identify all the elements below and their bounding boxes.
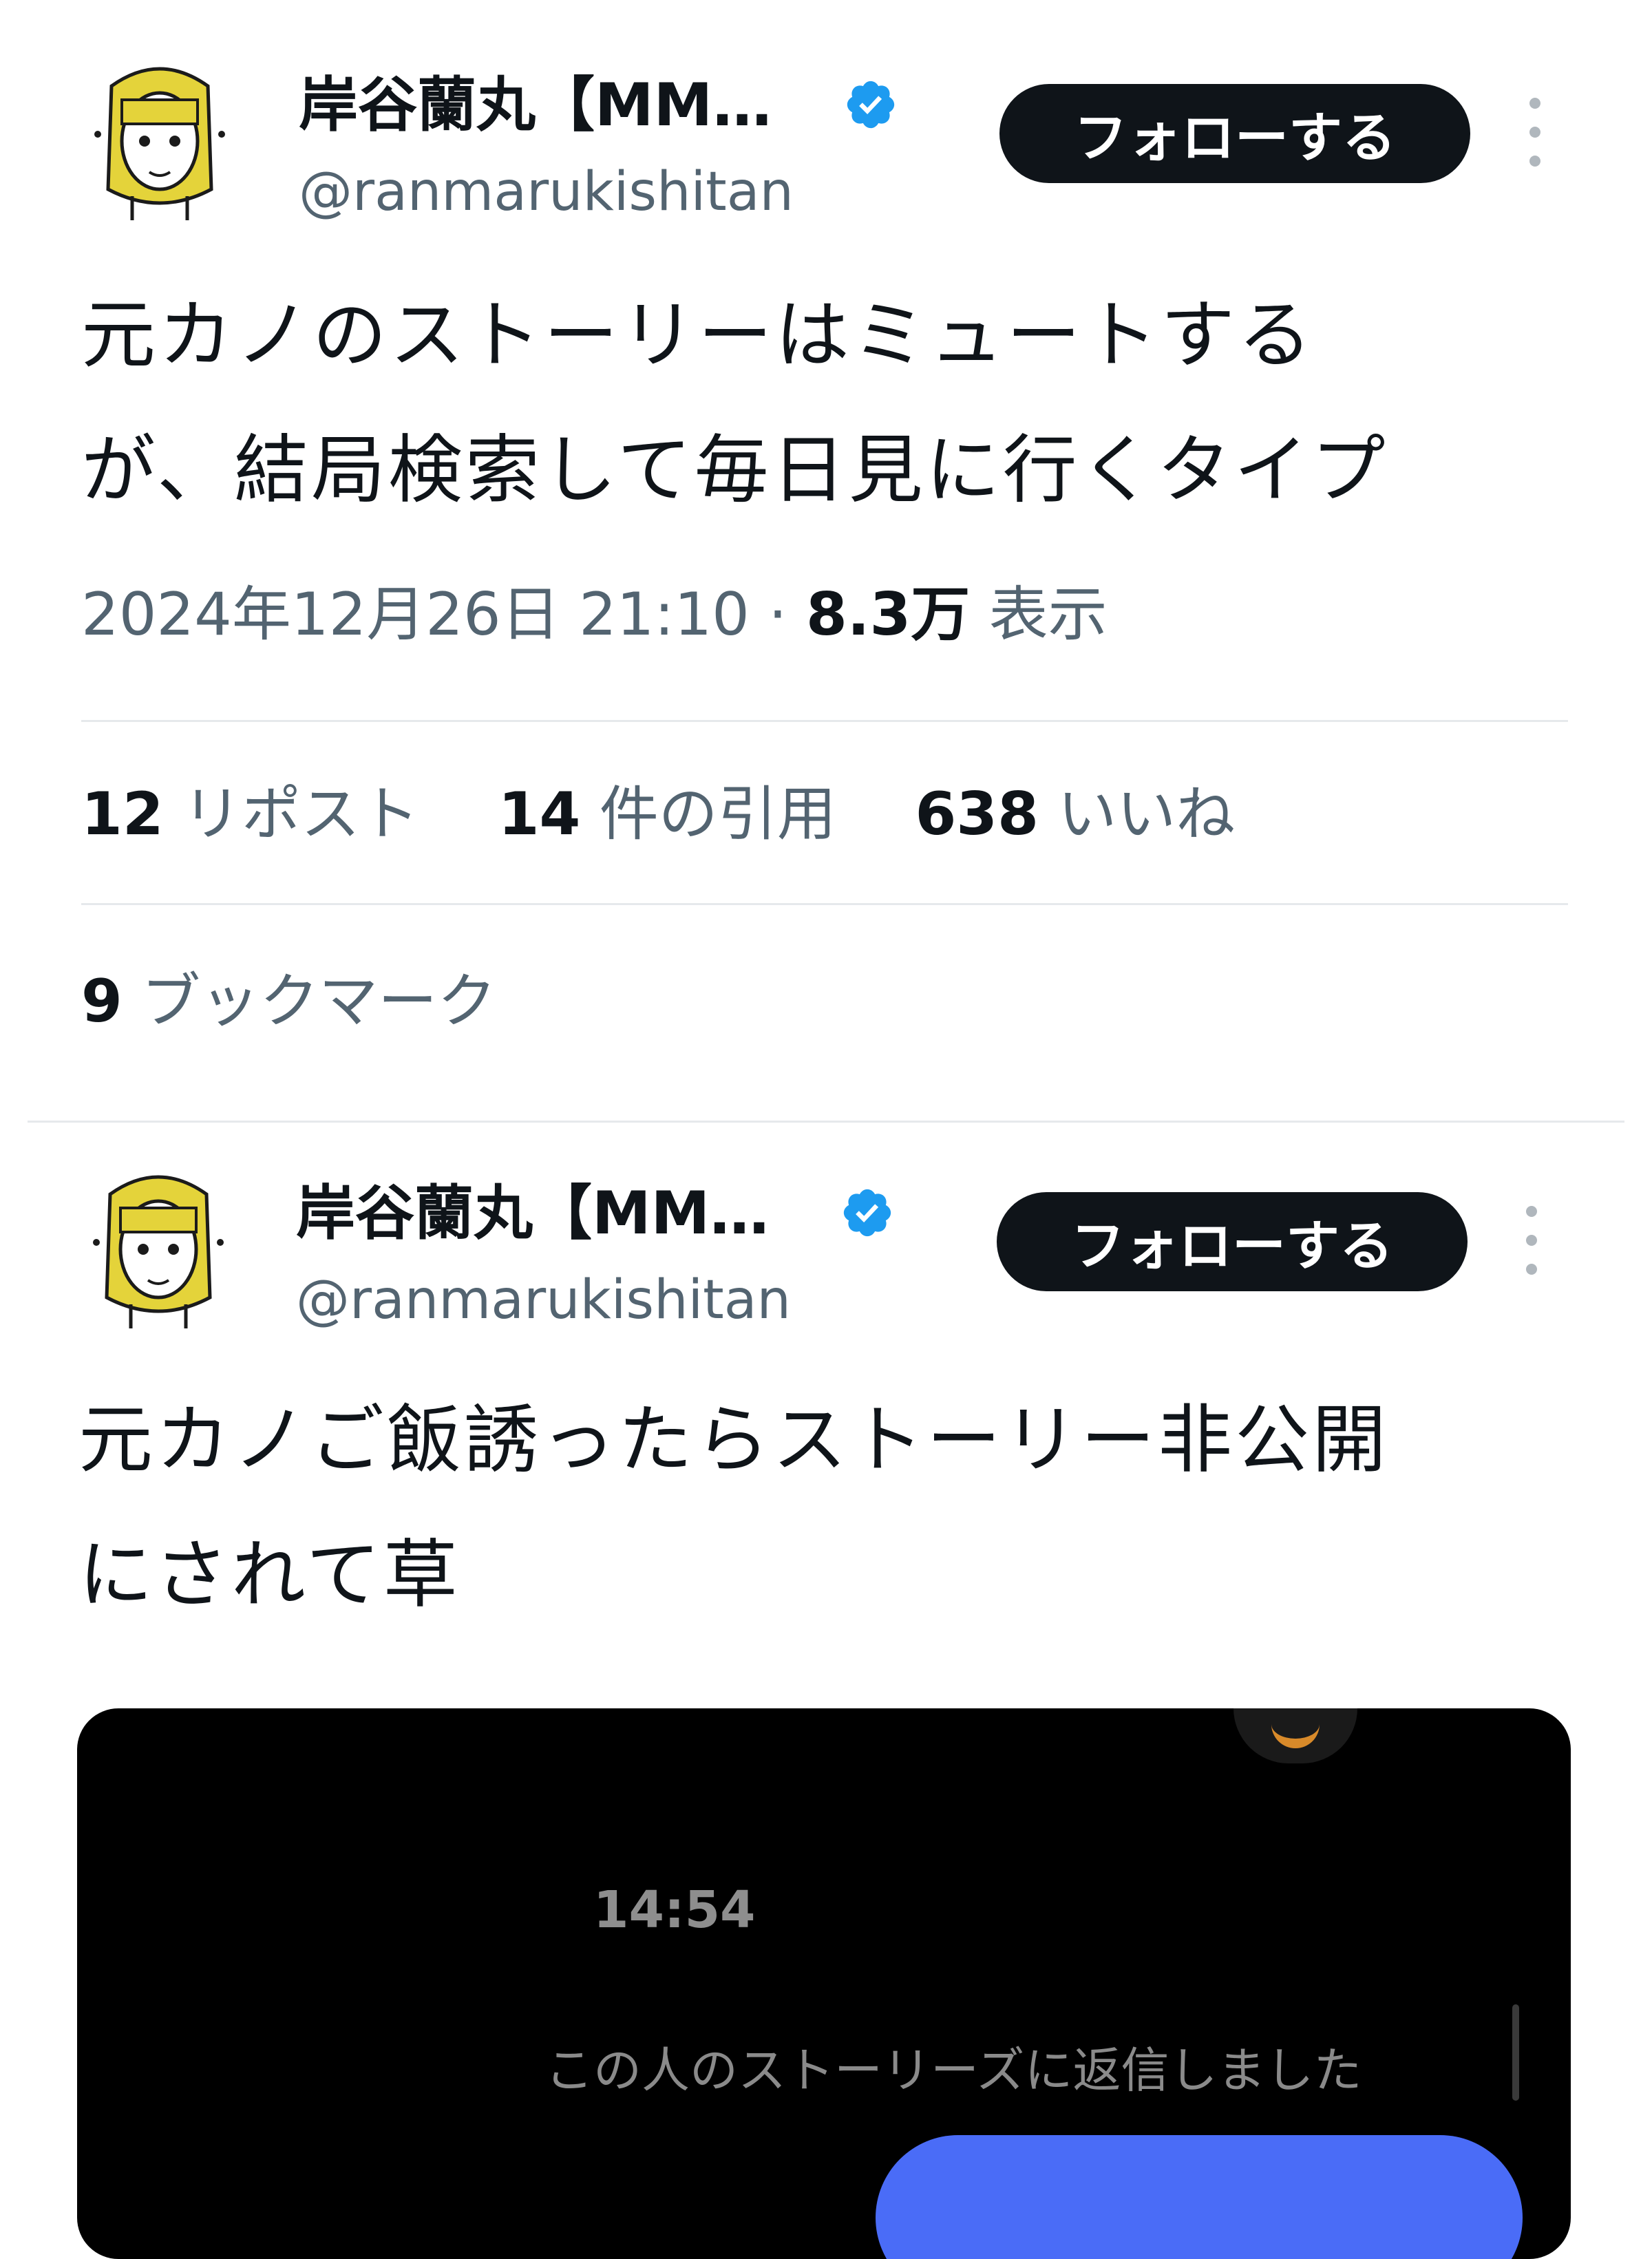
follow-button[interactable]: フォローする: [999, 84, 1470, 183]
views-count: 8.3万: [805, 580, 971, 649]
more-vertical-icon[interactable]: [1521, 98, 1549, 167]
bookmarks-count: 9: [81, 967, 123, 1036]
avatar[interactable]: [84, 59, 235, 224]
avatar[interactable]: [83, 1167, 234, 1332]
tweet-meta: 2024年12月26日 21:10 · 8.3万 表示: [81, 585, 1108, 644]
likes-count: 638: [915, 780, 1039, 849]
reposts-count: 12: [81, 780, 164, 849]
likes-label: いいね: [1057, 780, 1236, 849]
bookmarks-label: ブックマーク: [141, 967, 497, 1036]
more-vertical-icon[interactable]: [1518, 1206, 1545, 1275]
follow-button[interactable]: フォローする: [997, 1192, 1468, 1291]
verified-badge-icon: [840, 1185, 895, 1240]
handle[interactable]: @ranmarukishitan: [299, 165, 794, 219]
display-name[interactable]: 岸谷蘭丸【MM…: [299, 76, 772, 135]
handle[interactable]: @ranmarukishitan: [296, 1273, 791, 1327]
quotes-link[interactable]: 14 件の引用: [498, 780, 855, 849]
reposts-link[interactable]: 12 リポスト: [81, 780, 438, 849]
tweet-text: 元カノご飯誘ったらストーリー非公開 にされて草: [78, 1397, 1390, 1618]
attached-image[interactable]: 14:54 この人のストーリーズに返信しました: [77, 1708, 1571, 2259]
divider: [81, 720, 1568, 722]
message-time: 14:54: [593, 1880, 756, 1940]
divider: [81, 903, 1568, 905]
timestamp[interactable]: 2024年12月26日 21:10: [81, 580, 750, 649]
tweet-separator: [28, 1121, 1624, 1123]
message-bubble: [876, 2135, 1523, 2259]
scroll-indicator: [1512, 2004, 1519, 2101]
reposts-label: リポスト: [182, 780, 420, 849]
tweet-text: 元カノのストーリーはミュートする が、結局検索して毎日見に行くタイプ: [81, 293, 1388, 513]
separator: ·: [768, 580, 787, 649]
likes-link[interactable]: 638 いいね: [915, 780, 1235, 849]
quotes-count: 14: [498, 780, 581, 849]
engagement-stats: 12 リポスト 14 件の引用 638 いいね: [81, 785, 1235, 844]
bookmarks-stat[interactable]: 9 ブックマーク: [81, 972, 496, 1031]
quotes-label: 件の引用: [599, 780, 836, 849]
verified-badge-icon: [843, 77, 898, 132]
story-reply-note: この人のストーリーズに返信しました: [545, 2042, 1362, 2099]
views-label: 表示: [988, 580, 1108, 649]
display-name[interactable]: 岸谷蘭丸【MM…: [296, 1184, 769, 1243]
